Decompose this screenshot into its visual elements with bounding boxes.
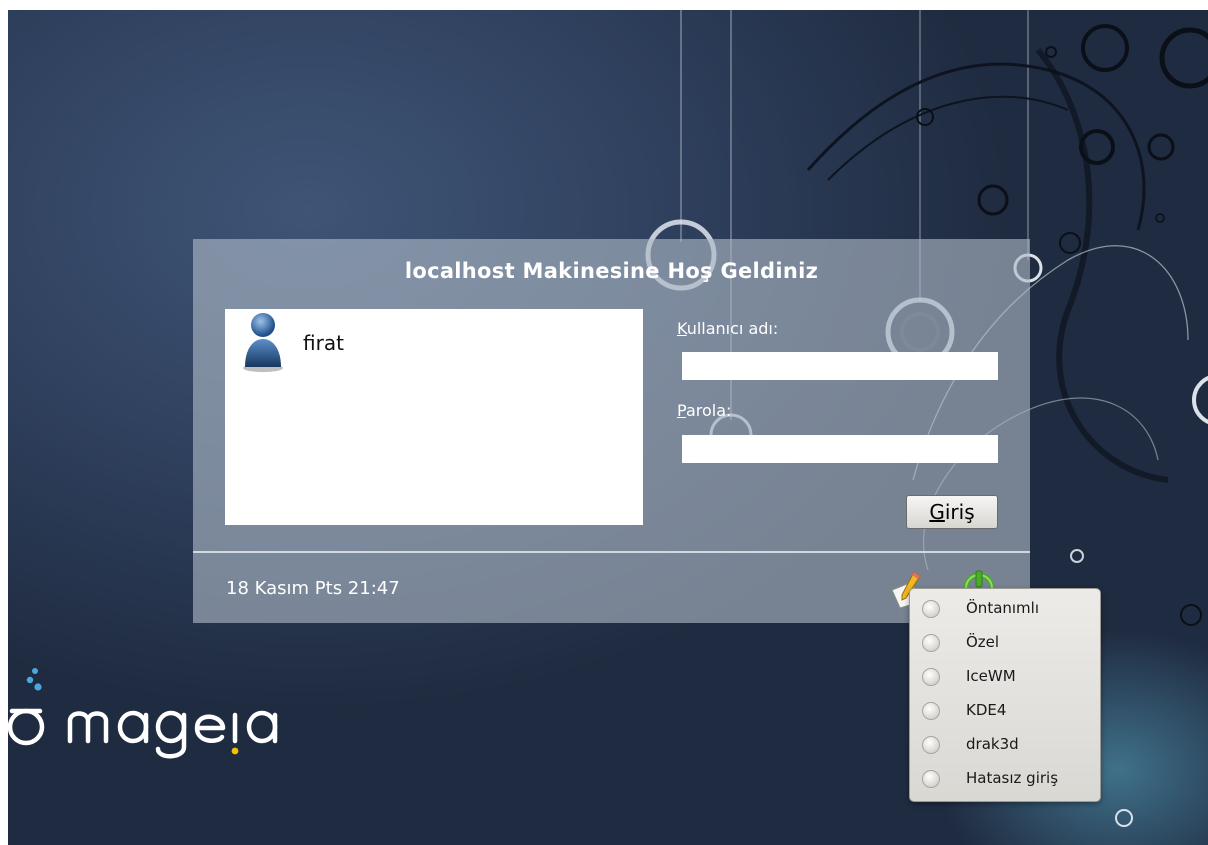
session-menu: Öntanımlı Özel IceWM KDE4 drak3d Hatasız… xyxy=(909,588,1101,802)
login-button[interactable]: Giriş xyxy=(906,495,998,529)
session-option-default[interactable]: Öntanımlı xyxy=(910,592,1100,626)
session-option-custom[interactable]: Özel xyxy=(910,626,1100,660)
session-option-label: KDE4 xyxy=(966,701,1007,719)
radio-button[interactable] xyxy=(922,668,940,686)
password-label: Parola: xyxy=(677,401,731,420)
username-label-text: ullanıcı adı: xyxy=(686,319,779,338)
radio-button[interactable] xyxy=(922,634,940,652)
radio-button[interactable] xyxy=(922,702,940,720)
login-panel: localhost Makinesine Hoş Geldiniz firat … xyxy=(193,239,1030,623)
session-option-label: Özel xyxy=(966,633,1000,651)
mageia-logo xyxy=(8,668,278,759)
user-avatar-icon xyxy=(243,313,283,372)
greeting-title: localhost Makinesine Hoş Geldiniz xyxy=(404,259,819,283)
user-name: firat xyxy=(303,331,344,355)
panel-divider xyxy=(193,551,1030,553)
login-button-label: iriş xyxy=(944,500,975,524)
login-screen: localhost Makinesine Hoş Geldiniz firat … xyxy=(8,10,1208,845)
session-option-icewm[interactable]: IceWM xyxy=(910,660,1100,694)
password-input[interactable] xyxy=(682,435,998,463)
session-option-label: IceWM xyxy=(966,667,1016,685)
session-option-label: Hatasız giriş xyxy=(966,769,1059,787)
clock: 18 Kasım Pts 21:47 xyxy=(226,578,400,599)
session-option-drak3d[interactable]: drak3d xyxy=(910,728,1100,762)
session-option-failsafe[interactable]: Hatasız giriş xyxy=(910,762,1100,796)
password-label-accelerator: P xyxy=(677,401,686,420)
radio-button[interactable] xyxy=(922,736,940,754)
username-label-accelerator: K xyxy=(677,319,687,338)
password-label-text: arola: xyxy=(685,401,732,420)
username-label: Kullanıcı adı: xyxy=(677,319,778,338)
session-option-label: drak3d xyxy=(966,735,1019,753)
radio-button[interactable] xyxy=(922,770,940,788)
user-list[interactable]: firat xyxy=(225,309,643,525)
session-option-label: Öntanımlı xyxy=(966,599,1040,617)
login-button-accelerator: G xyxy=(929,500,945,524)
user-entry-firat[interactable]: firat xyxy=(241,309,621,375)
radio-button[interactable] xyxy=(922,600,940,618)
username-input[interactable] xyxy=(682,352,998,380)
session-option-kde4[interactable]: KDE4 xyxy=(910,694,1100,728)
